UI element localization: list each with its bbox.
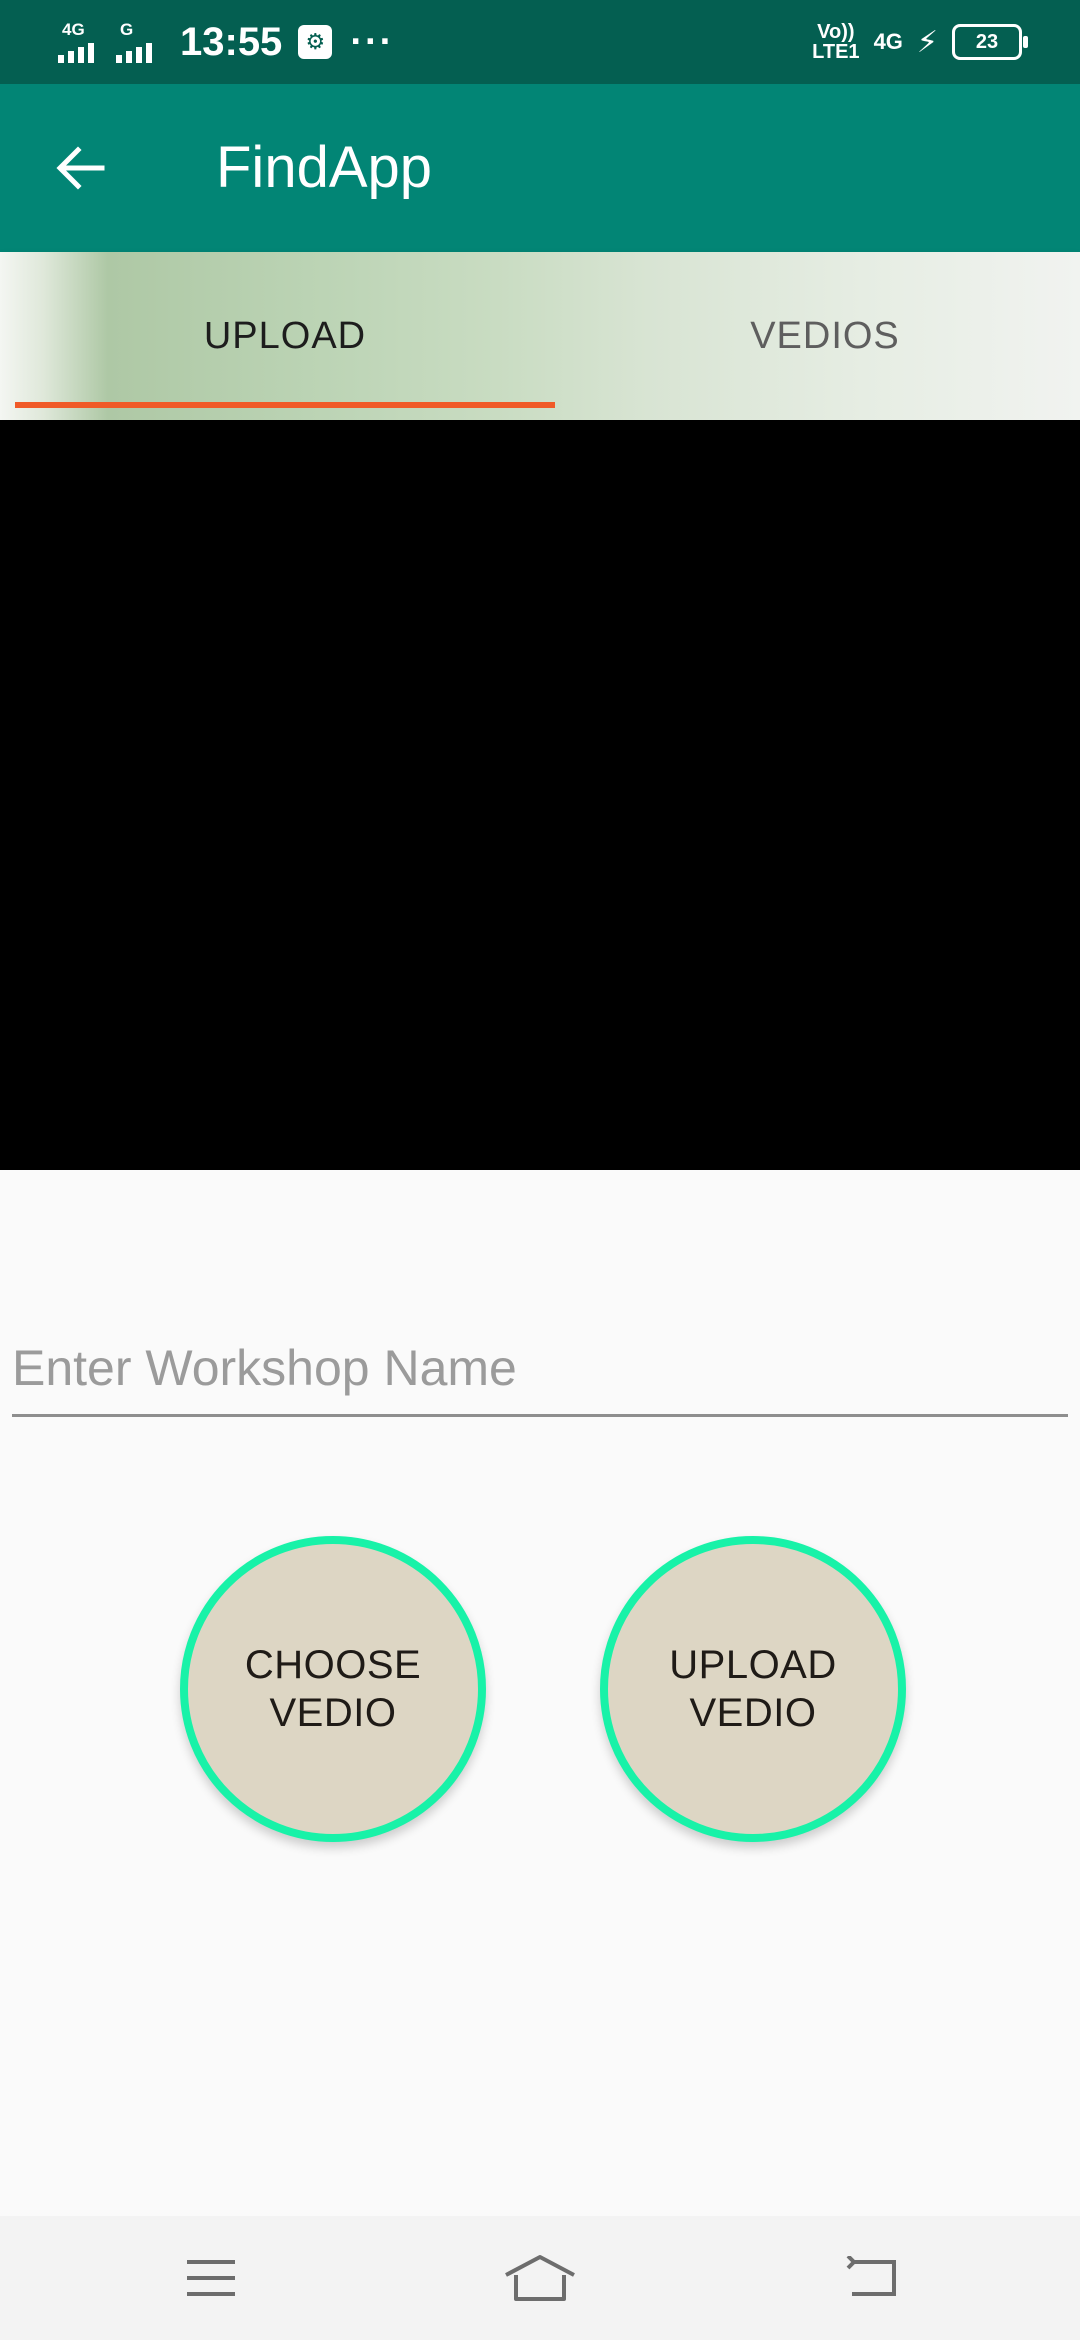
data-network-icon: 4G: [873, 29, 903, 54]
sim2-signal-icon: G: [116, 21, 164, 63]
upload-button-line2: VEDIO: [689, 1691, 817, 1735]
battery-icon: 23: [952, 24, 1028, 60]
tab-indicator: [15, 402, 555, 408]
choose-video-button[interactable]: CHOOSE VEDIO: [180, 1536, 486, 1842]
video-preview[interactable]: [0, 420, 1080, 1170]
status-bar: 4G G 13:55 ⚙ ··· Vo)) LTE1 4G ⚡ 23: [0, 0, 1080, 84]
tab-upload[interactable]: UPLOAD: [15, 252, 555, 420]
app-title: FindApp: [216, 135, 433, 200]
tab-vedios-label: VEDIOS: [750, 314, 900, 357]
tab-vedios[interactable]: VEDIOS: [555, 252, 1080, 420]
workshop-name-input[interactable]: [12, 1322, 1068, 1417]
back-button[interactable]: [40, 128, 120, 208]
volte-label: Vo)): [817, 21, 855, 43]
choose-button-line1: CHOOSE: [244, 1643, 422, 1687]
usb-debug-icon: ⚙: [298, 25, 333, 59]
status-time: 13:55: [180, 19, 283, 64]
upload-video-button[interactable]: UPLOAD VEDIO: [600, 1536, 906, 1842]
nav-home-button[interactable]: [460, 2216, 620, 2340]
app-bar: FindApp: [0, 84, 1080, 252]
lte-label: LTE1: [812, 41, 860, 63]
tab-bar: UPLOAD VEDIOS: [0, 252, 1080, 420]
charging-icon: ⚡: [916, 25, 938, 59]
choose-button-line2: VEDIO: [269, 1691, 397, 1735]
home-outline-icon: [505, 2255, 575, 2301]
menu-lines-icon: [187, 2260, 235, 2296]
sim1-signal-icon: 4G: [58, 21, 106, 63]
upload-button-line1: UPLOAD: [669, 1643, 837, 1687]
nav-menu-button[interactable]: [131, 2216, 291, 2340]
sim1-network-type: 4G: [62, 20, 85, 39]
status-right: Vo)) LTE1 4G ⚡ 23: [812, 0, 1028, 84]
navigation-bar: [0, 2216, 1080, 2340]
status-left: 4G G 13:55 ⚙ ···: [58, 0, 394, 84]
battery-level: 23: [975, 30, 999, 53]
volte-indicator: Vo)) LTE1: [812, 22, 859, 62]
tab-upload-label: UPLOAD: [203, 314, 367, 357]
nav-back-button[interactable]: [790, 2216, 950, 2340]
return-arrow-icon: [846, 2256, 896, 2296]
arrow-left-icon: [56, 146, 105, 190]
sim2-network-type: G: [120, 20, 134, 39]
more-notifications-icon: ···: [350, 21, 395, 63]
